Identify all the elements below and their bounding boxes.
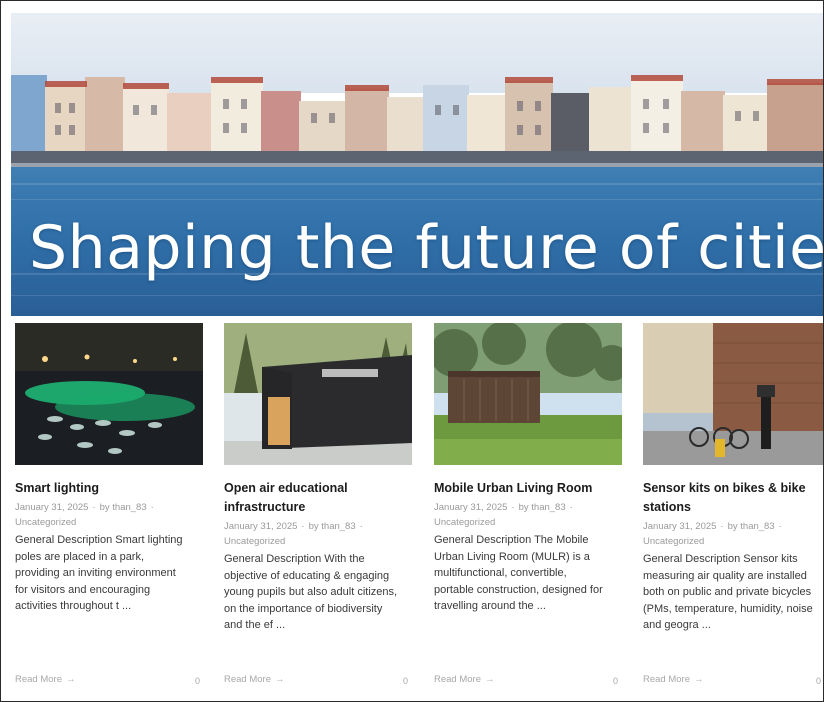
excerpt-line: portable construction, designed for — [434, 583, 603, 596]
post-card-open-air-educational-infrastructure: Open air educational infrastructure Janu… — [224, 323, 416, 634]
bike-station-image[interactable] — [643, 323, 824, 465]
post-meta: January 31, 2025 · by than_83 · Uncategoriz… — [643, 521, 782, 547]
excerpt-line: for visitors and encouraging — [15, 583, 151, 596]
hero-banner: Shaping the future of cities — [11, 13, 823, 316]
post-footer: Read More → — [643, 674, 704, 685]
post-footer: Read More → — [15, 674, 76, 685]
post-meta: January 31, 2025 · by than_83 · Uncategoriz… — [15, 502, 154, 528]
post-excerpt: General Description The Mobile Urban Liv… — [434, 532, 626, 615]
post-title-line[interactable]: Open air educational — [224, 479, 416, 498]
excerpt-line: Urban Living Room (MULR) is a — [434, 550, 590, 563]
excerpt-line: and the ef ... — [224, 619, 286, 631]
post-card-smart-lighting: Smart lighting January 31, 2025 · by than_… — [15, 323, 207, 615]
excerpt-line: General Description Sensor kits — [643, 553, 798, 565]
arrow-right-icon: → — [66, 674, 76, 685]
post-title-line[interactable]: Smart lighting — [15, 479, 207, 498]
page-frame: Shaping the future of cities Smart light… — [0, 0, 824, 702]
excerpt-line: both on public and private bicycles — [643, 586, 812, 598]
read-more-label[interactable]: Read More — [434, 674, 481, 685]
arrow-right-icon: → — [485, 674, 495, 685]
post-title[interactable]: Sensor kits on bikes & bike stations — [643, 479, 823, 517]
arrow-right-icon: → — [275, 674, 285, 685]
read-more-label[interactable]: Read More — [643, 674, 690, 685]
post-date[interactable]: January 31, 2025 — [643, 521, 716, 532]
excerpt-line: travelling around the ... — [434, 600, 546, 612]
excerpt-line: providing an inviting environment — [15, 567, 176, 579]
excerpt-line: measuring air quality are installed — [643, 569, 807, 582]
excerpt-line: on the importance of biodiversity — [224, 602, 383, 615]
night-park-lighting-image[interactable] — [15, 323, 203, 465]
post-meta: January 31, 2025 · by than_83 · Uncategoriz… — [224, 521, 363, 547]
read-more-label[interactable]: Read More — [224, 674, 271, 685]
excerpt-line: activities throughout t ... — [15, 600, 132, 612]
comment-count[interactable]: 0 — [403, 676, 408, 686]
post-date[interactable]: January 31, 2025 — [224, 521, 297, 532]
comment-count[interactable]: 0 — [195, 676, 200, 686]
post-footer: Read More → — [224, 674, 285, 685]
post-title[interactable]: Smart lighting — [15, 479, 207, 498]
post-title-line[interactable]: Sensor kits on bikes & bike — [643, 479, 823, 498]
post-meta: January 31, 2025 · by than_83 · Uncategoriz… — [434, 502, 573, 528]
excerpt-line: General Description The Mobile — [434, 534, 589, 546]
post-card-sensor-kits-on-bikes: Sensor kits on bikes & bike stations Jan… — [643, 323, 824, 634]
excerpt-line: objective of educating & engaging — [224, 569, 390, 582]
excerpt-line: and geogra ... — [643, 619, 711, 631]
post-category[interactable]: Uncategorized — [434, 517, 495, 528]
post-title-line[interactable]: Mobile Urban Living Room — [434, 479, 626, 498]
excerpt-line: young pupils but also adult citizens, — [224, 586, 398, 598]
post-footer: Read More → — [434, 674, 495, 685]
read-more-link[interactable]: Read More → — [643, 674, 704, 685]
post-title[interactable]: Open air educational infrastructure — [224, 479, 416, 517]
arrow-right-icon: → — [694, 674, 704, 685]
read-more-link[interactable]: Read More → — [15, 674, 76, 685]
read-more-link[interactable]: Read More → — [434, 674, 495, 685]
post-category[interactable]: Uncategorized — [224, 536, 285, 547]
post-category[interactable]: Uncategorized — [643, 536, 704, 547]
post-date[interactable]: January 31, 2025 — [15, 502, 88, 513]
comment-count[interactable]: 0 — [816, 676, 821, 686]
read-more-label[interactable]: Read More — [15, 674, 62, 685]
excerpt-line: General Description Smart lighting — [15, 534, 183, 546]
excerpt-line: poles are placed in a park, — [15, 550, 145, 563]
post-author[interactable]: by than_83 — [309, 521, 356, 532]
read-more-link[interactable]: Read More → — [224, 674, 285, 685]
post-author[interactable]: by than_83 — [728, 521, 775, 532]
post-author[interactable]: by than_83 — [519, 502, 566, 513]
wooden-pavilion-image[interactable] — [224, 323, 412, 465]
excerpt-line: (PMs, temperature, humidity, noise — [643, 602, 813, 615]
post-title[interactable]: Mobile Urban Living Room — [434, 479, 626, 498]
excerpt-line: multifunctional, convertible, — [434, 567, 567, 579]
post-author[interactable]: by than_83 — [100, 502, 147, 513]
post-date[interactable]: January 31, 2025 — [434, 502, 507, 513]
post-excerpt: General Description Smart lighting poles… — [15, 532, 207, 615]
park-kiosk-image[interactable] — [434, 323, 622, 465]
post-title-line[interactable]: stations — [643, 498, 823, 517]
comment-count[interactable]: 0 — [613, 676, 618, 686]
post-excerpt: General Description Sensor kits measurin… — [643, 551, 823, 634]
post-title-line[interactable]: infrastructure — [224, 498, 416, 517]
excerpt-line: General Description With the — [224, 553, 365, 565]
post-excerpt: General Description With the objective o… — [224, 551, 416, 634]
post-category[interactable]: Uncategorized — [15, 517, 76, 528]
hero-title: Shaping the future of cities — [29, 213, 823, 283]
post-card-mobile-urban-living-room: Mobile Urban Living Room January 31, 202… — [434, 323, 626, 615]
